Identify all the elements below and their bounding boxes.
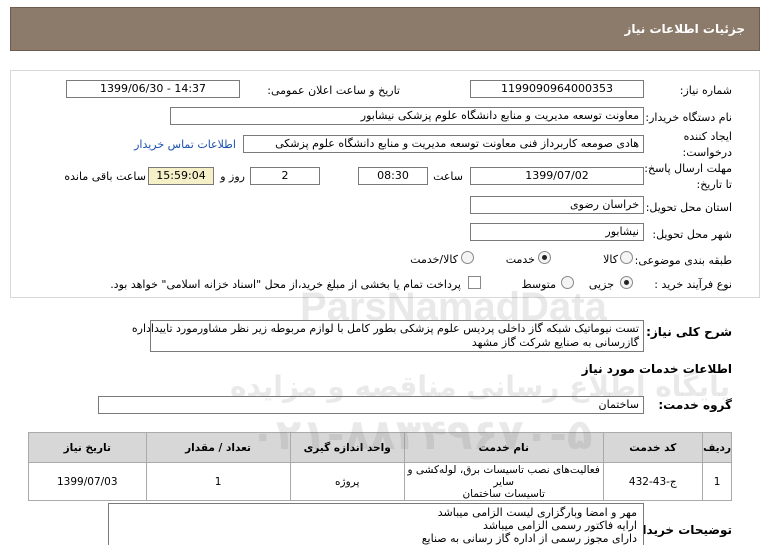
deadline-time-label: ساعت xyxy=(433,170,463,183)
page-title: جزئیات اطلاعات نیاز xyxy=(624,22,745,36)
description-line2: گازرسانی به صنایع شرکت گاز مشهد xyxy=(471,336,639,349)
buyer-contact-link[interactable]: اطلاعات تماس خریدار xyxy=(134,138,236,151)
category-radio-goods-service[interactable] xyxy=(461,251,474,264)
cell-service-name: فعالیت‌های نصب تاسیسات برق، لوله‌کشی و س… xyxy=(403,462,604,501)
cell-unit: پروژه xyxy=(289,462,405,501)
cell-quantity: 1 xyxy=(145,462,291,501)
description-label: شرح کلی نیاز: xyxy=(646,325,732,339)
page-header: جزئیات اطلاعات نیاز xyxy=(10,7,760,51)
col-unit: واحد اندازه گیری xyxy=(289,432,405,463)
days-remaining-field: 2 xyxy=(250,167,320,185)
buyer-notes-label: توضیحات خریدار: xyxy=(630,523,732,537)
treasury-payment-text: پرداخت تمام یا بخشی از مبلغ خرید،از محل … xyxy=(110,278,461,291)
province-field: خراسان رضوی xyxy=(470,196,644,214)
announce-datetime-field: 1399/06/30 - 14:37 xyxy=(66,80,240,98)
deadline-label-line2: تا تاریخ: xyxy=(696,178,732,191)
service-name-line2: تاسیسات ساختمان xyxy=(462,487,545,500)
city-field: نیشابور xyxy=(470,223,644,241)
col-need-date: تاریخ نیاز xyxy=(28,432,147,463)
requester-label-line1: ایجاد کننده xyxy=(683,130,732,143)
buyer-org-field: معاونت توسعه مدیریت و منابع دانشگاه علوم… xyxy=(170,107,644,125)
deadline-label-line1: مهلت ارسال پاسخ: xyxy=(644,162,732,175)
description-field: تست نیوماتیک شبکه گاز داخلی پردیس علوم پ… xyxy=(131,320,644,352)
requester-label-line2: درخواست: xyxy=(682,146,732,159)
buyer-org-label: نام دستگاه خریدار: xyxy=(645,111,732,124)
time-remaining-label: ساعت باقی مانده xyxy=(64,170,146,183)
cell-need-date: 1399/07/03 xyxy=(28,462,147,501)
buyer-notes-field: مهر و امضا وبارگزاری لیست الزامی میباشد … xyxy=(108,503,644,545)
col-row: ردیف xyxy=(702,432,732,463)
process-label: نوع فرآیند خرید : xyxy=(654,278,732,291)
province-label: استان محل تحویل: xyxy=(645,201,732,214)
category-radio-service[interactable] xyxy=(538,251,551,264)
city-label: شهر محل تحویل: xyxy=(652,228,732,241)
service-name-line1: فعالیت‌های نصب تاسیسات برق، لوله‌کشی و س… xyxy=(407,463,600,488)
process-radio-medium[interactable] xyxy=(561,276,574,289)
category-option-goods-service: کالا/خدمت xyxy=(410,253,458,266)
deadline-time-field: 08:30 xyxy=(358,167,428,185)
time-remaining-field: 15:59:04 xyxy=(148,167,214,185)
process-option-minor: جزیی xyxy=(588,278,614,291)
col-service-name: نام خدمت xyxy=(403,432,604,463)
table-header-row: ردیف کد خدمت نام خدمت واحد اندازه گیری ت… xyxy=(28,432,732,463)
service-group-field: ساختمان xyxy=(98,396,644,414)
deadline-date-field: 1399/07/02 xyxy=(470,167,644,185)
process-radio-minor[interactable] xyxy=(620,276,633,289)
category-radio-goods[interactable] xyxy=(620,251,633,264)
buyer-note-line: دارای مجوز رسمی از اداره گاز رسانی به صن… xyxy=(421,532,637,545)
requester-field: هادی صومعه کاربرداز فنی معاونت توسعه مدی… xyxy=(243,135,644,153)
cell-service-code: ج-43-432 xyxy=(602,462,704,501)
table-row: 1 ج-43-432 فعالیت‌های نصب تاسیسات برق، ل… xyxy=(28,462,732,501)
need-number-label: شماره نیاز: xyxy=(679,84,732,97)
announce-datetime-label: تاریخ و ساعت اعلان عمومی: xyxy=(267,84,400,97)
days-label: روز و xyxy=(220,170,245,183)
services-info-title: اطلاعات خدمات مورد نیاز xyxy=(581,362,732,376)
category-option-goods: کالا xyxy=(603,253,618,266)
service-group-label: گروه خدمت: xyxy=(658,398,732,412)
col-quantity: تعداد / مقدار xyxy=(145,432,291,463)
category-option-service: خدمت xyxy=(505,253,535,266)
buyer-note-line: مهر و امضا وبارگزاری لیست الزامی میباشد xyxy=(437,506,637,519)
process-option-medium: متوسط xyxy=(521,278,556,291)
buyer-note-line: ارایه فاکتور رسمی الزامی میباشد xyxy=(482,519,637,532)
treasury-payment-checkbox[interactable] xyxy=(468,276,481,289)
category-label: طبقه بندی موضوعی: xyxy=(634,254,732,267)
cell-row: 1 xyxy=(702,462,732,501)
col-service-code: کد خدمت xyxy=(602,432,704,463)
description-line1: تست نیوماتیک شبکه گاز داخلی پردیس علوم پ… xyxy=(131,322,639,335)
services-table: ردیف کد خدمت نام خدمت واحد اندازه گیری ت… xyxy=(28,432,732,501)
need-number-field: 1199090964000353 xyxy=(470,80,644,98)
